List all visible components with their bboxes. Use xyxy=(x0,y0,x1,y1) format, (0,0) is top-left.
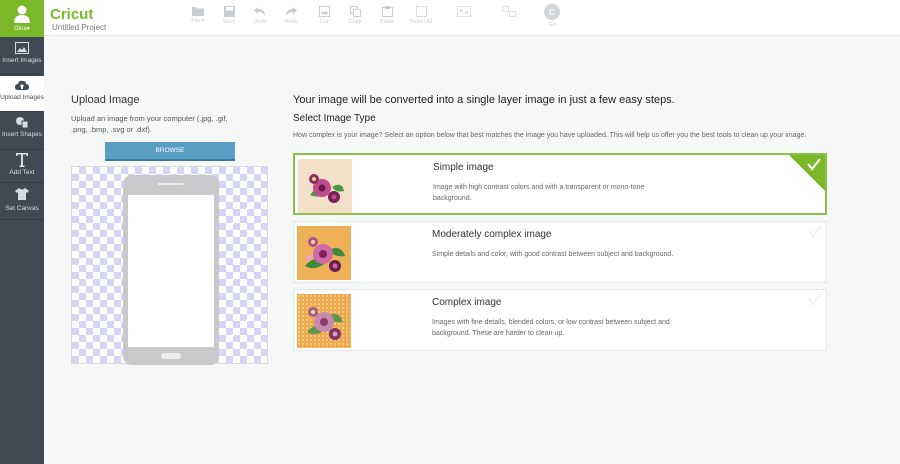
phone-screen xyxy=(128,195,214,347)
main-heading: Your image will be converted into a sing… xyxy=(293,94,675,106)
option-description: Images with fine details, blended colors… xyxy=(432,319,670,337)
folder-icon xyxy=(192,7,204,16)
redo-icon xyxy=(286,7,297,16)
sidebar-item-upload-images[interactable]: Upload Images xyxy=(0,76,44,112)
ungroup-icon xyxy=(502,6,516,17)
svg-text:C: C xyxy=(549,8,555,17)
user-menu[interactable]: Gina▾ xyxy=(0,0,44,37)
unselected-check-icon xyxy=(808,293,822,306)
sidebar-item-label: Upload Images xyxy=(0,94,44,101)
copy-icon xyxy=(349,6,361,17)
file-menu-button[interactable]: File ▾ xyxy=(183,6,213,24)
svg-text:Cricut: Cricut xyxy=(50,6,93,23)
select-all-icon xyxy=(415,6,427,17)
upload-panel-title: Upload Image xyxy=(71,94,140,106)
go-icon: C xyxy=(544,4,560,20)
tshirt-icon xyxy=(15,188,29,200)
option-complex-image[interactable]: Complex image Images with fine details, … xyxy=(293,289,827,351)
cut-button[interactable]: Cut xyxy=(309,6,339,25)
sidebar-item-label: Insert Images xyxy=(2,57,42,64)
text-icon xyxy=(16,153,28,167)
user-name: Gina▾ xyxy=(14,26,30,32)
select-all-button[interactable]: Select All xyxy=(404,6,438,25)
paste-icon xyxy=(381,6,393,17)
left-sidebar: Gina▾ Insert Images Upload Images Insert… xyxy=(0,0,44,464)
sidebar-item-insert-images[interactable]: Insert Images xyxy=(0,39,44,75)
ungroup-button[interactable] xyxy=(494,6,524,19)
user-icon xyxy=(14,5,30,23)
moderately-complex-image-thumbnail xyxy=(297,226,351,280)
cut-icon xyxy=(318,6,330,17)
browse-button[interactable]: BROWSE xyxy=(105,142,235,161)
upload-description: Upload an image from your computer (.jpg… xyxy=(71,114,228,134)
group-button[interactable] xyxy=(449,6,479,19)
unselected-check-icon xyxy=(808,225,822,238)
option-description: Image with high contrast colors and with… xyxy=(433,184,645,202)
cricut-logo: Cricut xyxy=(50,6,93,23)
option-description: Simple details and color, with good cont… xyxy=(432,251,674,258)
sidebar-item-label: Insert Shapes xyxy=(1,131,43,138)
sidebar-item-set-canvas[interactable]: Set Canvas xyxy=(0,184,44,220)
complex-image-thumbnail xyxy=(297,294,351,348)
project-title: Untitled Project xyxy=(52,23,107,32)
upload-preview xyxy=(71,166,268,365)
shapes-icon xyxy=(16,117,29,129)
help-text: How complex is your image? Select an opt… xyxy=(293,132,807,139)
simple-image-thumbnail xyxy=(298,159,352,213)
copy-button[interactable]: Copy xyxy=(340,6,370,25)
option-title: Moderately complex image xyxy=(432,229,552,240)
sidebar-item-label: Add Text xyxy=(9,169,35,176)
cloud-upload-icon xyxy=(15,80,29,90)
save-icon xyxy=(223,6,235,17)
paste-button[interactable]: Paste xyxy=(372,6,402,25)
go-button[interactable]: C Go xyxy=(537,4,567,28)
top-toolbar: Cricut Untitled Project File ▾ Save Undo… xyxy=(44,0,900,36)
group-icon xyxy=(457,6,471,17)
undo-button[interactable]: Undo xyxy=(245,6,275,25)
save-button[interactable]: Save xyxy=(214,6,244,25)
sidebar-item-insert-shapes[interactable]: Insert Shapes xyxy=(0,113,44,150)
image-icon xyxy=(15,42,29,54)
undo-icon xyxy=(254,7,265,16)
option-title: Simple image xyxy=(433,162,494,173)
redo-button[interactable]: Redo xyxy=(276,6,306,25)
option-simple-image[interactable]: Simple image Image with high contrast co… xyxy=(293,153,827,215)
option-title: Complex image xyxy=(432,297,502,308)
sidebar-item-label: Set Canvas xyxy=(5,205,39,212)
phone-home-button xyxy=(161,353,181,359)
phone-speaker xyxy=(158,183,184,185)
sidebar-item-add-text[interactable]: Add Text xyxy=(0,151,44,183)
select-type-heading: Select Image Type xyxy=(293,113,376,124)
option-moderately-complex-image[interactable]: Moderately complex image Simple details … xyxy=(293,221,827,283)
phone-placeholder-image xyxy=(123,175,219,365)
selected-check-icon xyxy=(789,155,825,191)
